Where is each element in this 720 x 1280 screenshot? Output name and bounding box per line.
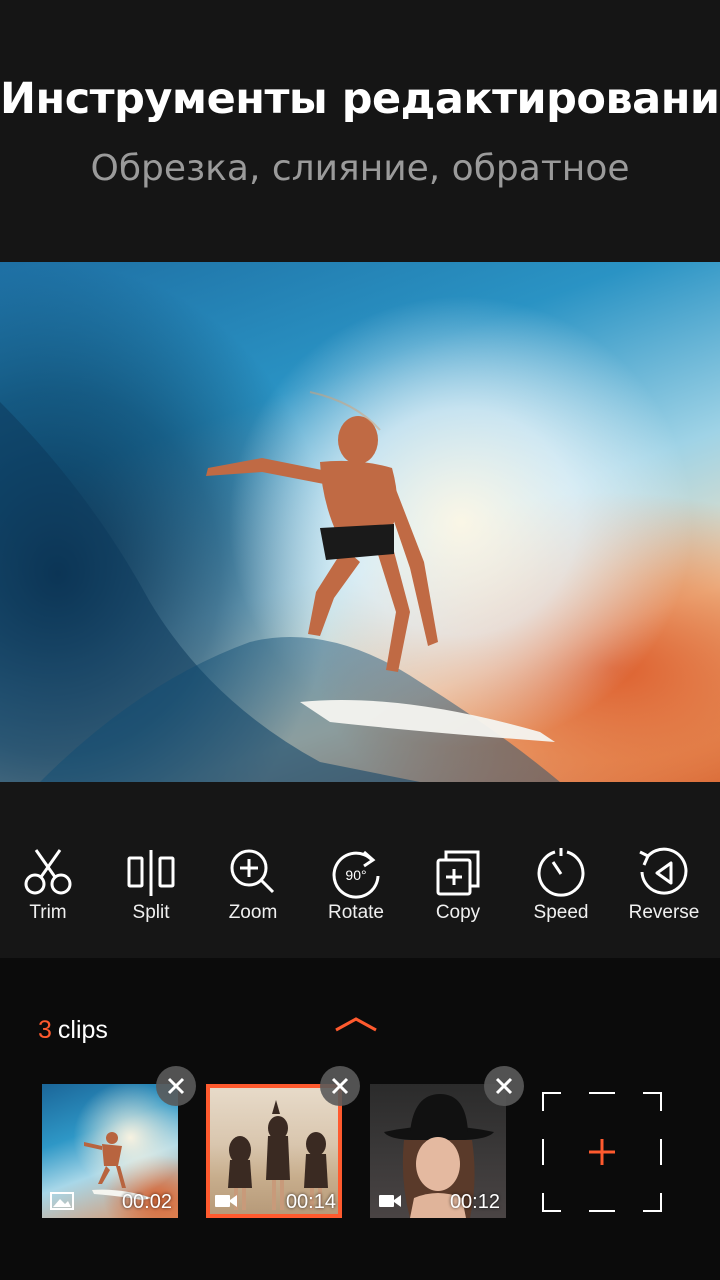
tool-trim-label: Trim [29,902,67,923]
split-icon [127,850,175,896]
rotate-icon: 90° [332,850,380,899]
tool-split-label: Split [132,902,170,923]
edit-toolbar: Trim Split Zoom 90° Rotate Copy Speed Re… [0,782,720,958]
remove-clip-button[interactable] [484,1066,524,1106]
svg-text:90°: 90° [345,867,366,883]
close-icon [167,1077,185,1095]
tool-copy-label: Copy [435,902,481,923]
zoom-in-icon [230,849,275,894]
tool-speed-label: Speed [533,902,589,923]
clip-duration: 00:12 [449,1191,500,1213]
close-icon [331,1077,349,1095]
chevron-up-icon[interactable] [334,1014,378,1034]
tool-zoom-label: Zoom [228,902,278,923]
clips-count-label: clips [57,1016,108,1044]
tool-split[interactable]: Split [101,846,201,924]
tool-zoom[interactable]: Zoom [203,846,303,924]
video-camera-icon [379,1195,401,1207]
close-icon [495,1077,513,1095]
tool-reverse-label: Reverse [628,902,700,923]
tool-rotate-label: Rotate [328,902,384,923]
clip-duration: 00:14 [285,1191,336,1213]
reverse-icon [639,847,688,895]
video-preview[interactable] [0,262,720,782]
promo-header: Инструменты редактирования Обрезка, слия… [0,0,720,262]
add-clip-frame-icon [542,1092,662,1212]
page-subtitle: Обрезка, слияние, обратное [90,148,630,189]
page-title: Инструменты редактирования [0,74,720,124]
tool-trim[interactable]: Trim [0,846,98,924]
clips-panel: 3 clips 00:02 00:14 00:12 [0,958,720,1280]
remove-clip-button[interactable] [156,1066,196,1106]
copy-icon [436,850,480,896]
tool-speed[interactable]: Speed [511,846,611,924]
clips-count-number: 3 [38,1016,52,1044]
clips-count: 3 clips [38,1016,108,1045]
clip-item-selected[interactable]: 00:14 [206,1066,360,1218]
add-clip-button[interactable] [541,1091,663,1213]
plus-icon [589,1139,615,1165]
image-icon [50,1192,74,1210]
speed-icon [537,848,585,897]
tool-rotate[interactable]: 90° Rotate [306,846,406,924]
video-camera-icon [215,1195,237,1207]
tool-reverse[interactable]: Reverse [614,846,714,924]
clip-item[interactable]: 00:12 [370,1066,524,1218]
clip-duration: 00:02 [121,1191,172,1213]
clip-item[interactable]: 00:02 [42,1066,196,1218]
tool-copy[interactable]: Copy [408,846,508,924]
remove-clip-button[interactable] [320,1066,360,1106]
scissors-icon [24,849,72,895]
surfer-preview-image [0,391,560,782]
